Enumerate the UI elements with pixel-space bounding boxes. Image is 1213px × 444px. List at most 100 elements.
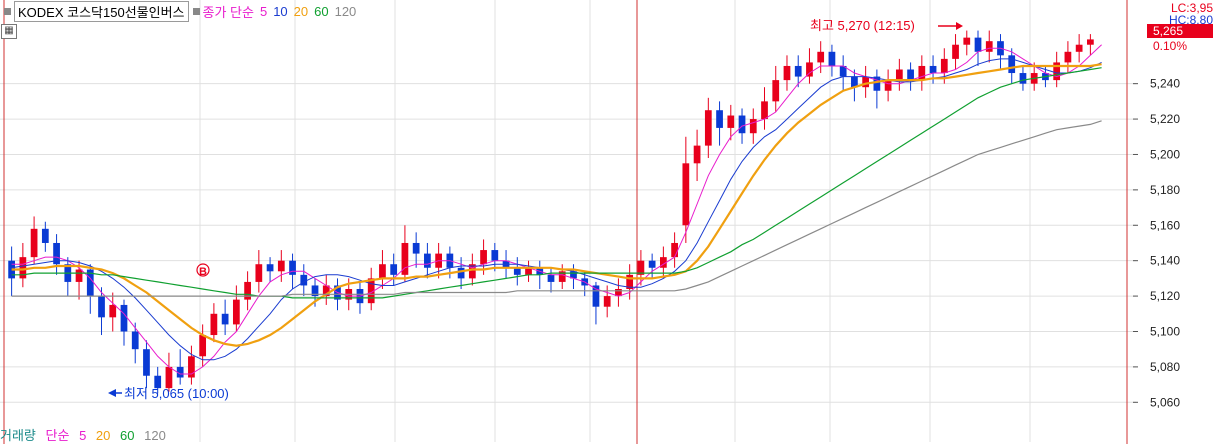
candle-body [491,250,499,261]
ma-60-label: 60 [314,3,329,19]
annotations: 최고 5,270 (12:15) 최저 5,065 (10:00) B [108,18,963,401]
ma-5-label: 5 [259,3,268,19]
ma-10-label: 10 [273,3,288,19]
candle-body [1064,51,1072,63]
buy-signal-letter: B [199,266,207,278]
candle-body [682,163,690,226]
vol-ma-5-label: 5 [79,428,87,443]
candle-body [817,51,825,63]
vol-ma-20-label: 20 [95,428,111,443]
candle-body [907,69,914,81]
candle-body [704,110,712,146]
candle-body [963,37,971,45]
candle-body [749,119,757,134]
y-axis: 5,240 5,220 5,200 5,180 5,160 5,140 5,120 5,100… [1133,77,1180,409]
candle-body [952,44,959,59]
candle-body [480,250,487,265]
candle-body [648,260,656,268]
candle-body [1019,73,1027,84]
candle-body [671,242,678,258]
low-arrow-head [108,389,116,397]
candle-body [738,115,746,134]
chart-legend: KODEX 코스닥150선물인버스 종가 단순 5 10 20 60 120 [0,0,362,22]
ma-5-line [11,44,1102,375]
candle-body [210,313,218,336]
candle-body [895,69,903,81]
candle-body [1008,55,1016,74]
symbol-name[interactable]: KODEX 코스닥150선물인버스 [14,0,189,22]
candle-body [929,65,937,74]
y-tick-label: 5,100 [1150,324,1180,338]
volume-method: 단순 [45,428,70,443]
candle-body [75,269,83,282]
candle-body [918,65,926,81]
low-annotation: 최저 5,065 (10:00) [124,386,229,401]
candle-body [143,349,150,376]
candle-body [390,264,398,275]
vol-ma-60-label: 60 [120,428,135,443]
y-tick-label: 5,120 [1150,289,1180,303]
candle-body [940,58,948,74]
candle-body [131,331,139,350]
y-tick-label: 5,240 [1150,77,1180,91]
candle-body [232,299,240,325]
candle-body [379,264,386,279]
candle-body [277,260,285,272]
candle-body [199,335,207,357]
candles [8,30,1094,394]
candle-body [98,296,105,318]
candle-body [603,296,611,307]
menu-square-icon[interactable] [192,7,200,15]
candle-body [1087,39,1094,45]
candle-body [424,253,431,268]
current-price-tag: 5,265 [1147,24,1213,38]
ma-20-line [11,63,1102,347]
candle-body [985,41,993,52]
candle-body [120,304,128,332]
candle-body [244,281,251,300]
candle-body [266,264,274,272]
candle-body [1075,44,1083,52]
candle-body [794,65,802,77]
y-tick-label: 5,180 [1150,183,1180,197]
candle-body [165,366,173,389]
ma-120-label: 120 [334,3,357,19]
candle-body [806,62,813,77]
ma-60-line [11,67,1102,299]
y-tick-label: 5,220 [1150,112,1180,126]
y-tick-label: 5,060 [1150,395,1180,409]
candle-body [884,80,892,91]
change-percent: 0.10% [1153,39,1188,53]
high-arrow-head [956,22,963,30]
moving-averages [11,44,1102,375]
candle-body [828,51,836,66]
candle-body [974,37,982,52]
y-tick-label: 5,080 [1150,360,1180,374]
price-chart[interactable]: 5,240 5,220 5,200 5,180 5,160 5,140 5,120 5,100… [0,0,1213,444]
candle-body [862,76,870,88]
candle-body [727,115,735,128]
menu-square-icon[interactable] [4,7,11,15]
candle-body [289,260,296,275]
candle-body [693,145,701,164]
vol-ma-120-label: 120 [144,428,166,443]
candle-body [41,228,49,243]
candle-body [109,304,117,318]
price-method-label: 종가 단순 [202,4,254,20]
candle-body [761,101,768,120]
candle-body [412,242,420,254]
volume-label: 거래량 [0,428,36,443]
volume-legend: 거래량 단순 5 20 60 120 [0,425,172,444]
candle-body [772,80,780,102]
table-icon[interactable]: ▦ [1,24,17,39]
y-tick-label: 5,160 [1150,218,1180,232]
candle-body [457,267,465,279]
high-annotation: 최고 5,270 (12:15) [810,18,915,33]
ma-20-label: 20 [293,3,309,19]
candle-body [255,264,263,282]
candle-body [30,228,38,258]
y-tick-label: 5,200 [1150,147,1180,161]
y-tick-label: 5,140 [1150,254,1180,268]
candle-body [221,313,229,325]
ma-120-line [11,120,1102,297]
